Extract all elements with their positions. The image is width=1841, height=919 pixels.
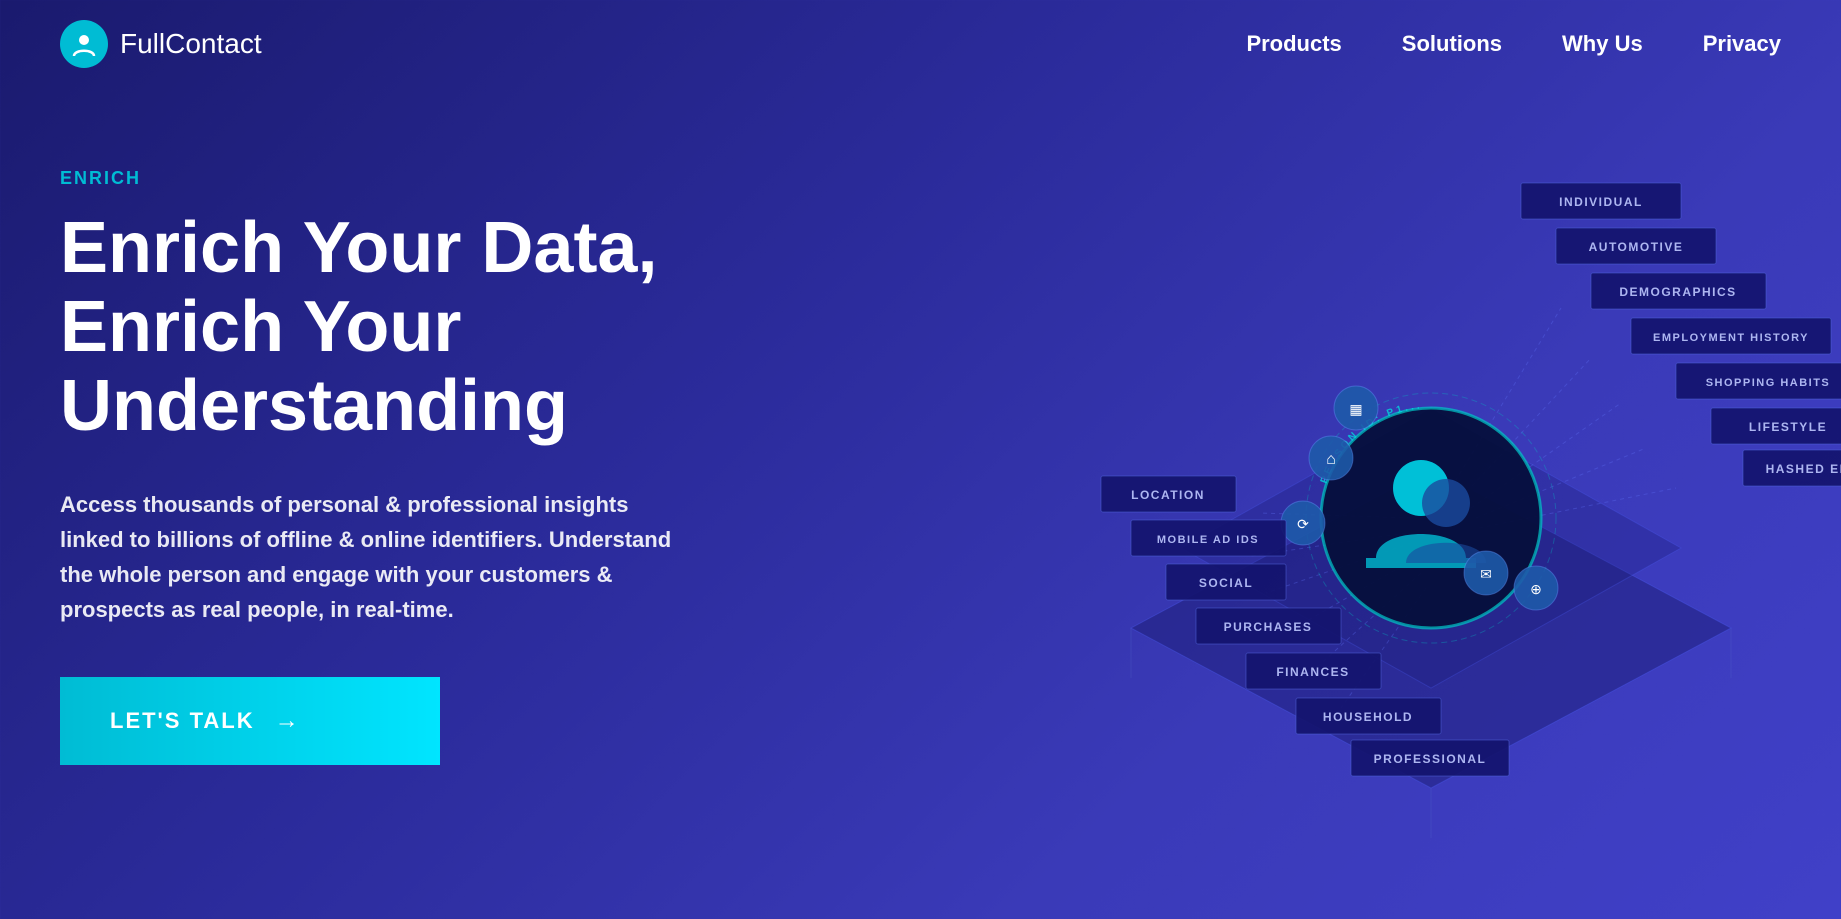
svg-text:MOBILE AD IDS: MOBILE AD IDS: [1157, 534, 1259, 546]
navbar: FullContact Products Solutions Why Us Pr…: [0, 0, 1841, 88]
svg-text:HOUSEHOLD: HOUSEHOLD: [1323, 710, 1413, 724]
hero-title: Enrich Your Data, Enrich Your Understand…: [60, 209, 780, 447]
logo-text: FullContact: [120, 28, 262, 60]
cta-arrow-icon: →: [275, 707, 301, 735]
iso-graphic-container: PERSON ID: P1... ⌂ ⟳ ▦: [981, 68, 1841, 918]
svg-text:PERSON ID: P1...: PERSON ID: P1...: [1319, 400, 1423, 485]
svg-text:⟳: ⟳: [1297, 516, 1309, 532]
hero-content: ENRICH Enrich Your Data, Enrich Your Und…: [60, 148, 780, 765]
nav-link-privacy[interactable]: Privacy: [1703, 31, 1781, 56]
logo-icon: [60, 20, 108, 68]
hero-description: Access thousands of personal & professio…: [60, 487, 680, 628]
svg-text:⌂: ⌂: [1326, 451, 1336, 468]
svg-text:AUTOMOTIVE: AUTOMOTIVE: [1589, 240, 1684, 254]
svg-text:▦: ▦: [1349, 401, 1362, 417]
cta-label: LET'S TALK: [110, 708, 255, 734]
enrich-label: ENRICH: [60, 168, 780, 189]
logo[interactable]: FullContact: [60, 20, 262, 68]
nav-link-solutions[interactable]: Solutions: [1402, 31, 1502, 56]
svg-text:EMPLOYMENT HISTORY: EMPLOYMENT HISTORY: [1653, 332, 1809, 344]
nav-links: Products Solutions Why Us Privacy: [1246, 31, 1781, 57]
svg-text:PROFESSIONAL: PROFESSIONAL: [1374, 752, 1487, 766]
svg-text:DEMOGRAPHICS: DEMOGRAPHICS: [1619, 285, 1736, 299]
nav-item-solutions[interactable]: Solutions: [1402, 31, 1502, 57]
svg-text:SHOPPING HABITS: SHOPPING HABITS: [1706, 377, 1831, 389]
svg-text:LIFESTYLE: LIFESTYLE: [1749, 420, 1827, 434]
nav-item-why-us[interactable]: Why Us: [1562, 31, 1643, 57]
svg-text:INDIVIDUAL: INDIVIDUAL: [1559, 195, 1643, 209]
svg-text:SOCIAL: SOCIAL: [1199, 576, 1253, 590]
svg-text:HASHED EMAILS: HASHED EMAILS: [1766, 462, 1841, 476]
svg-text:⊕: ⊕: [1530, 581, 1542, 597]
hero-section: ENRICH Enrich Your Data, Enrich Your Und…: [0, 88, 1841, 765]
nav-item-products[interactable]: Products: [1246, 31, 1341, 57]
svg-text:LOCATION: LOCATION: [1131, 488, 1205, 502]
nav-link-products[interactable]: Products: [1246, 31, 1341, 56]
svg-text:PURCHASES: PURCHASES: [1224, 620, 1313, 634]
svg-text:FINANCES: FINANCES: [1276, 665, 1349, 679]
nav-item-privacy[interactable]: Privacy: [1703, 31, 1781, 57]
nav-link-why-us[interactable]: Why Us: [1562, 31, 1643, 56]
svg-text:✉: ✉: [1480, 566, 1492, 582]
hero-graphic: PERSON ID: P1... ⌂ ⟳ ▦: [981, 68, 1841, 918]
lets-talk-button[interactable]: LET'S TALK →: [60, 677, 440, 765]
